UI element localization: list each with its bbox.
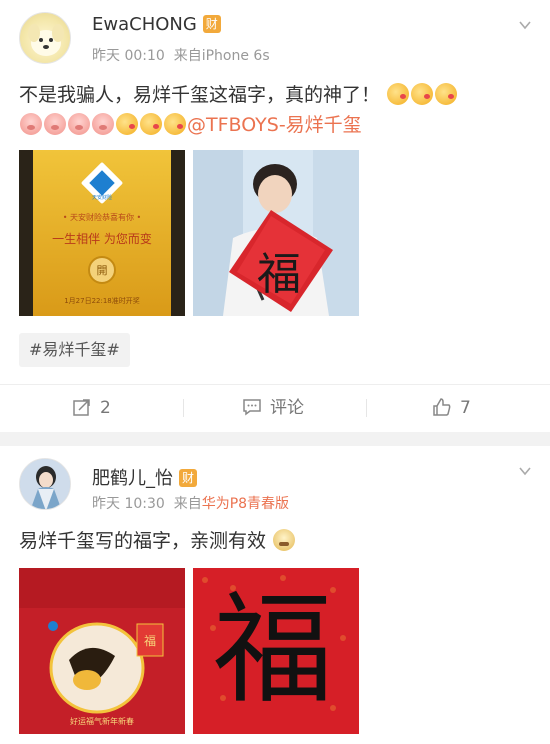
username[interactable]: 肥鹤儿_怡财 [92, 464, 197, 490]
card-footer: 好运福气新年新春 [70, 717, 134, 726]
pig-emoji-icon [44, 113, 66, 135]
vip-badge: 财 [179, 469, 197, 487]
envelope-footer: 1月27日22:18准时开奖 [64, 297, 140, 305]
post-text: 不是我骗人，易烊千玺这福字，真的神了！ @TFBOYS-易烊千玺 [19, 80, 539, 140]
kiss-emoji-icon [164, 113, 186, 135]
post-time: 昨天 10:30 [92, 496, 165, 512]
username-text[interactable]: 肥鹤儿_怡 [92, 468, 173, 489]
avatar[interactable] [19, 12, 71, 64]
post-meta: 昨天 00:10 来自iPhone 6s [92, 45, 270, 65]
post-text-main: 易烊千玺写的福字，亲测有效 [19, 530, 267, 552]
repost-button[interactable]: 2 [72, 385, 111, 431]
weibo-post-2: 肥鹤儿_怡财 昨天 10:30 来自华为P8青春版 易烊千玺写的福字，亲测有效 … [0, 446, 550, 744]
username[interactable]: EwaCHONG 财 [92, 14, 221, 35]
weibo-post-1: EwaCHONG 财 昨天 00:10 来自iPhone 6s 不是我骗人，易烊千… [0, 0, 550, 432]
like-button[interactable]: 7 [432, 385, 471, 431]
post-source: iPhone 6s [201, 48, 270, 64]
calligraphy-fu-character: 福 [213, 581, 333, 720]
pig-emoji-icon [92, 113, 114, 135]
kiss-emoji-icon [116, 113, 138, 135]
divider [366, 399, 367, 417]
dog-avatar-icon [28, 24, 64, 56]
post-image-fu-card[interactable]: 好运福气新年新春 福 [19, 568, 185, 734]
like-count: 7 [460, 398, 471, 418]
kiss-emoji-icon [140, 113, 162, 135]
action-bar: 2 评论 7 [0, 384, 550, 430]
thumbs-up-icon [433, 398, 451, 416]
pig-emoji-icon [68, 113, 90, 135]
envelope-brand: 天安财险 [92, 195, 113, 201]
envelope-slogan: 一生相伴 为您而变 [52, 232, 152, 246]
repost-icon [73, 399, 90, 416]
doge-emoji-icon [273, 529, 296, 551]
envelope-coin-text: 開 [96, 264, 108, 277]
post-image-envelope[interactable]: • 天安财险恭喜有你 • 一生相伴 为您而变 開 1月27日22:18准时开奖 … [19, 150, 185, 316]
post-source[interactable]: 华为P8青春版 [202, 496, 289, 512]
kiss-emoji-icon [411, 83, 434, 105]
repost-count: 2 [100, 398, 111, 418]
username-text[interactable]: EwaCHONG [92, 14, 197, 35]
comment-label: 评论 [270, 398, 304, 418]
post-text-main: 不是我骗人，易烊千玺这福字，真的神了！ [19, 84, 381, 106]
source-prefix: 来自 [173, 496, 202, 512]
vip-badge: 财 [202, 15, 221, 33]
kiss-emoji-icon [387, 83, 410, 105]
watermark: 橘子娱乐App [434, 709, 536, 729]
post-time: 昨天 00:10 [92, 48, 165, 64]
post-text: 易烊千玺写的福字，亲测有效 [19, 526, 539, 556]
comment-button[interactable]: 评论 [242, 385, 304, 431]
chevron-down-icon[interactable] [518, 464, 532, 478]
chevron-down-icon[interactable] [518, 18, 532, 32]
pig-emoji-icon [20, 113, 42, 135]
fu-character: 福 [257, 249, 301, 300]
post-meta: 昨天 10:30 来自华为P8青春版 [92, 493, 289, 513]
envelope-subtitle: • 天安财险恭喜有你 • [62, 213, 142, 222]
girl-avatar-icon [20, 459, 70, 509]
kiss-emoji-icon [435, 83, 458, 105]
post-image-photo[interactable]: 福 [193, 150, 359, 316]
topic-tag[interactable]: #易烊千玺# [19, 333, 130, 367]
source-prefix: 来自 [173, 48, 202, 64]
divider [183, 399, 184, 417]
avatar[interactable] [19, 458, 71, 510]
card-fu-character: 福 [144, 634, 157, 648]
mention-link[interactable]: @TFBOYS-易烊千玺 [187, 114, 362, 136]
comment-icon [243, 399, 261, 416]
post-image-fu-calligraphy[interactable]: 福 [193, 568, 359, 734]
fu-card-graphic [19, 568, 185, 734]
